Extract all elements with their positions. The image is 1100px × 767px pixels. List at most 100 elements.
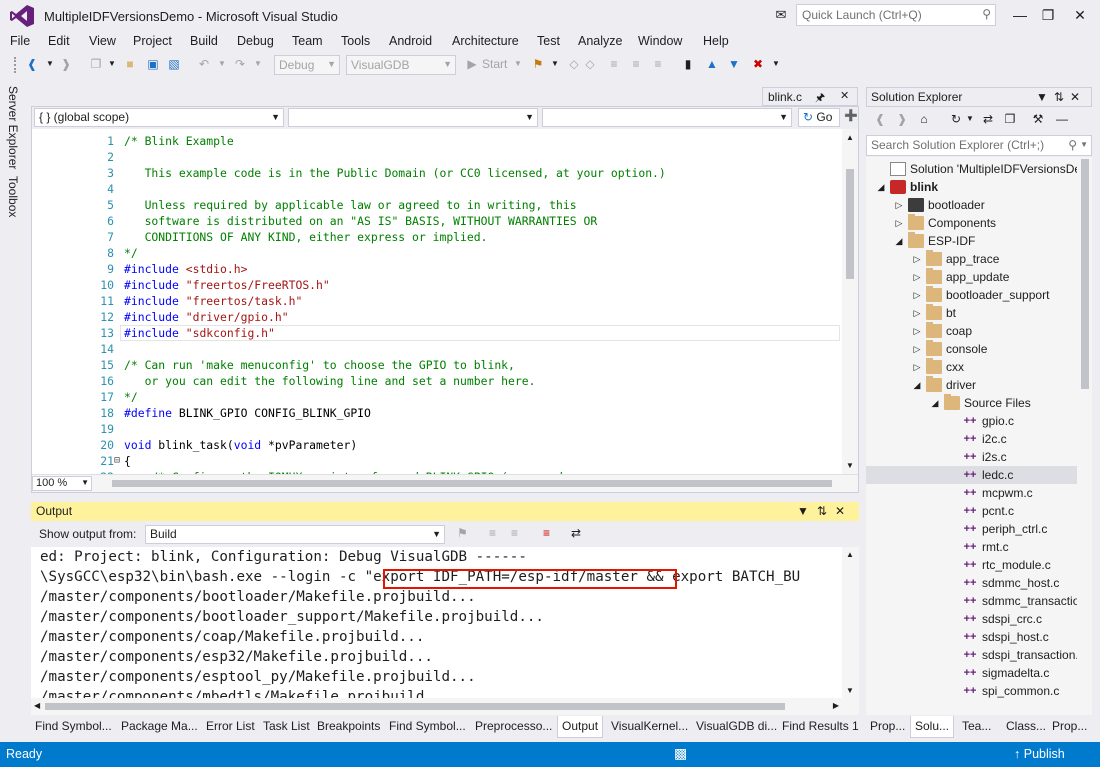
tree-item[interactable]: ▷ cxx xyxy=(866,358,1092,376)
start-label[interactable]: Start xyxy=(482,57,507,71)
close-icon[interactable]: ✕ xyxy=(1070,90,1086,104)
solution-explorer-search-input[interactable]: Search Solution Explorer (Ctrl+;) ⚲ ▼ xyxy=(866,135,1092,156)
find-dropdown-icon[interactable]: ▼ xyxy=(547,56,563,72)
minimize-button[interactable]: — xyxy=(1005,4,1035,26)
uncomment-icon[interactable]: ≡ xyxy=(650,56,666,72)
solution-configuration-combo[interactable]: Debug ▼ xyxy=(274,55,340,75)
member-combo[interactable]: ▼ xyxy=(542,108,792,127)
collapsed-arrow-icon[interactable]: ▷ xyxy=(912,358,922,376)
prev-message-icon[interactable]: ≡ xyxy=(489,526,496,540)
tab-package-manager[interactable]: Package Ma... xyxy=(121,719,198,733)
collapsed-arrow-icon[interactable]: ▷ xyxy=(912,322,922,340)
redo-icon[interactable]: ↷ xyxy=(232,56,248,72)
tree-item[interactable]: ++ rmt.c xyxy=(866,538,1092,556)
tree-item[interactable]: ++ sdmmc_transaction.c xyxy=(866,592,1092,610)
start-dropdown-icon[interactable]: ▼ xyxy=(510,56,526,72)
scroll-thumb[interactable] xyxy=(846,169,854,279)
scroll-up-icon[interactable]: ▲ xyxy=(846,550,854,559)
next-message-icon[interactable]: ≡ xyxy=(511,526,518,540)
toolbar-options-icon[interactable]: ▼ xyxy=(768,56,784,72)
preview-icon[interactable]: — xyxy=(1054,111,1070,127)
menu-test[interactable]: Test xyxy=(537,34,560,48)
collapsed-arrow-icon[interactable]: ▷ xyxy=(912,304,922,322)
tab-output[interactable]: Output xyxy=(557,716,604,738)
solution-platform-combo[interactable]: VisualGDB ▼ xyxy=(346,55,456,75)
tree-item[interactable]: ▷ bootloader xyxy=(866,196,1092,214)
forward-icon[interactable]: ❱ xyxy=(894,111,910,127)
tree-item[interactable]: ++ rtc_module.c xyxy=(866,556,1092,574)
scroll-down-icon[interactable]: ▼ xyxy=(846,461,854,470)
scroll-thumb[interactable] xyxy=(1081,159,1089,389)
tab-error-list[interactable]: Error List xyxy=(206,719,255,733)
save-all-icon[interactable]: ▧ xyxy=(166,56,182,72)
tab-breakpoints[interactable]: Breakpoints xyxy=(317,719,380,733)
code-editor[interactable]: { } (global scope) ▼ ▼ ▼ ↻ Go ➕ 1 /* Blin… xyxy=(31,106,859,493)
menu-analyze[interactable]: Analyze xyxy=(578,34,622,48)
tab-visualgdb-diagnostics[interactable]: VisualGDB di... xyxy=(696,719,777,733)
pin-icon[interactable]: ⇅ xyxy=(817,504,835,518)
properties-icon[interactable]: ⚒ xyxy=(1030,111,1046,127)
tab-team-explorer[interactable]: Tea... xyxy=(962,719,991,733)
tree-item[interactable]: ++ sigmadelta.c xyxy=(866,664,1092,682)
tree-item[interactable]: ++ spi_common.c xyxy=(866,682,1092,700)
toolbox-tab[interactable]: Toolbox xyxy=(6,176,20,217)
expanded-arrow-icon[interactable]: ◢ xyxy=(876,178,886,196)
tree-item[interactable]: ++ mcpwm.c xyxy=(866,484,1092,502)
prev-bookmark-icon[interactable]: ▲ xyxy=(704,56,720,72)
solution-explorer-header[interactable]: Solution Explorer ▼⇅✕ xyxy=(866,87,1092,107)
tree-item[interactable]: ▷ app_update xyxy=(866,268,1092,286)
tab-visualkernel[interactable]: VisualKernel... xyxy=(611,719,688,733)
back-dropdown-icon[interactable]: ▼ xyxy=(42,56,58,72)
tree-item[interactable]: ++ gpio.c xyxy=(866,412,1092,430)
tab-class-view[interactable]: Class... xyxy=(1006,719,1046,733)
forward-icon[interactable]: ❱ xyxy=(58,56,74,72)
next-bookmark-icon[interactable]: ▼ xyxy=(726,56,742,72)
feedback-icon[interactable]: ✉ xyxy=(772,6,790,24)
find-message-icon[interactable]: ⚑ xyxy=(457,526,468,540)
editor-horizontal-scrollbar[interactable]: 100 % ▼ xyxy=(32,474,858,492)
tree-item[interactable]: ++ i2c.c xyxy=(866,430,1092,448)
document-tab-blink-c[interactable]: blink.c 🖈 ✕ xyxy=(762,87,858,106)
tree-item[interactable]: ++ sdspi_crc.c xyxy=(866,610,1092,628)
pin-icon[interactable]: ⇅ xyxy=(1054,90,1070,104)
code-text-area[interactable]: 1 /* Blink Example 2 3 This example code is… xyxy=(32,129,842,474)
menu-architecture[interactable]: Architecture xyxy=(452,34,519,48)
solution-tree[interactable]: Solution 'MultipleIDFVersionsDemo' ◢ blink… xyxy=(866,157,1092,715)
menu-window[interactable]: Window xyxy=(638,34,682,48)
collapsed-arrow-icon[interactable]: ▷ xyxy=(912,250,922,268)
search-icon[interactable]: ⚲ xyxy=(1068,138,1077,152)
zoom-combo[interactable]: 100 % ▼ xyxy=(32,476,92,491)
tab-find-symbol-2[interactable]: Find Symbol... xyxy=(389,719,466,733)
output-source-combo[interactable]: Build ▼ xyxy=(145,525,445,544)
find-in-files-icon[interactable]: ⚑ xyxy=(530,56,546,72)
collapsed-arrow-icon[interactable]: ▷ xyxy=(894,196,904,214)
comment-icon[interactable]: ≡ xyxy=(628,56,644,72)
collapsed-arrow-icon[interactable]: ▷ xyxy=(912,340,922,358)
menu-android[interactable]: Android xyxy=(389,34,432,48)
tree-item[interactable]: ▷ bt xyxy=(866,304,1092,322)
new-dropdown-icon[interactable]: ▼ xyxy=(104,56,120,72)
scroll-up-icon[interactable]: ▲ xyxy=(846,133,854,142)
menu-debug[interactable]: Debug xyxy=(237,34,274,48)
scroll-down-icon[interactable]: ▼ xyxy=(846,686,854,695)
tree-item[interactable]: ++ periph_ctrl.c xyxy=(866,520,1092,538)
start-icon[interactable]: ▶ xyxy=(464,56,480,72)
window-position-icon[interactable]: ▼ xyxy=(797,504,817,518)
tree-item[interactable]: ◢ Source Files xyxy=(866,394,1092,412)
tree-item[interactable]: ++ sdmmc_host.c xyxy=(866,574,1092,592)
output-horizontal-scrollbar[interactable]: ◀ ▶ xyxy=(31,698,859,715)
restore-button[interactable]: ❐ xyxy=(1033,4,1063,26)
refresh-icon[interactable]: ⇄ xyxy=(980,111,996,127)
scroll-thumb[interactable] xyxy=(112,480,832,487)
scroll-thumb[interactable] xyxy=(45,703,785,710)
split-icon[interactable]: ➕ xyxy=(844,109,858,122)
output-panel-header[interactable]: Output ▼⇅✕ xyxy=(31,502,859,521)
tab-preprocessor[interactable]: Preprocesso... xyxy=(475,719,552,733)
clear-bookmarks-icon[interactable]: ✖ xyxy=(750,56,766,72)
open-folder-icon[interactable]: ■ xyxy=(122,56,138,72)
tree-item[interactable]: ++ pcnt.c xyxy=(866,502,1092,520)
expanded-arrow-icon[interactable]: ◢ xyxy=(930,394,940,412)
close-icon[interactable]: ✕ xyxy=(840,89,849,102)
save-icon[interactable]: ▣ xyxy=(145,56,161,72)
collapsed-arrow-icon[interactable]: ▷ xyxy=(912,286,922,304)
